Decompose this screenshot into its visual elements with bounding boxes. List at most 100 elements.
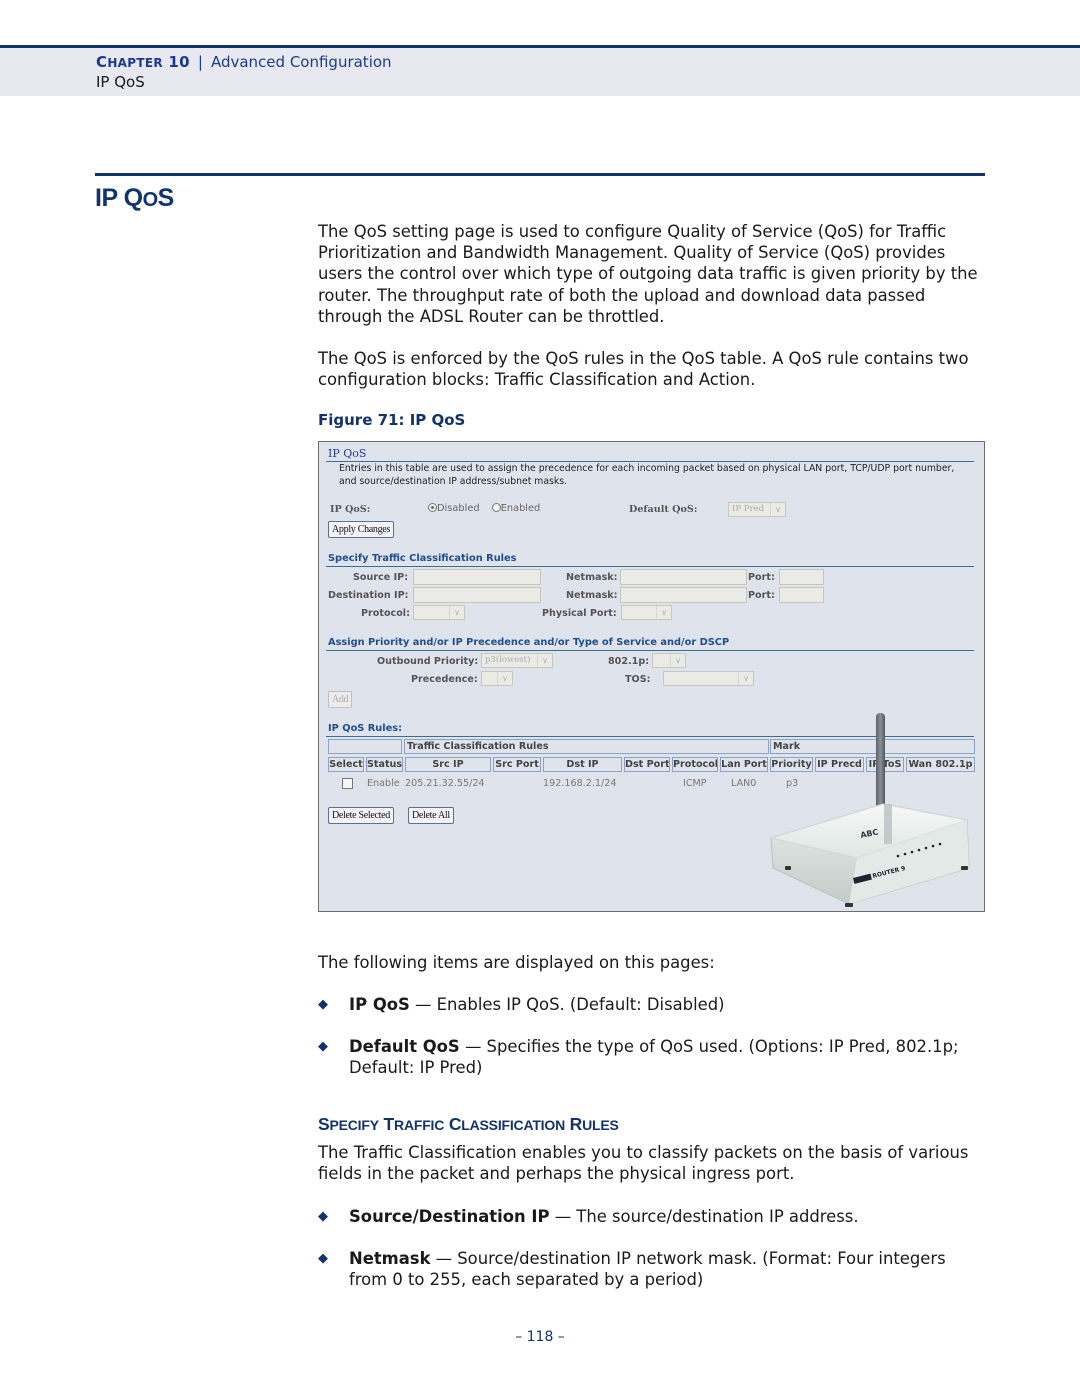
classification-heading: Specify Traffic Classification Rules xyxy=(328,553,517,564)
default-qos-select[interactable]: IP Pred ∨ xyxy=(728,502,786,517)
chapter-prefix: C xyxy=(96,53,108,71)
chapter-number: 10 xyxy=(168,53,190,71)
subtitle-part: PECIFY xyxy=(329,1117,379,1133)
source-netmask-label: Netmask: xyxy=(566,572,618,583)
running-header: CHAPTER 10 | Advanced Configuration xyxy=(96,53,392,71)
following-paragraph: The following items are displayed on thi… xyxy=(318,953,715,972)
source-ip-label: Source IP: xyxy=(353,572,409,583)
column-header: Status xyxy=(366,757,403,772)
bullet-text: — Source/destination IP network mask. (F… xyxy=(349,1249,946,1290)
column-header: Protocol xyxy=(672,757,718,772)
chevron-down-icon: ∨ xyxy=(497,672,512,685)
column-header: Dst IP xyxy=(543,757,622,772)
source-port-input[interactable] xyxy=(779,569,824,585)
radio-disabled[interactable]: Disabled xyxy=(428,503,480,514)
chapter-label: CHAPTER 10 xyxy=(96,53,190,71)
physical-port-label: Physical Port: xyxy=(542,608,617,619)
enforced-paragraph: The QoS is enforced by the QoS rules in … xyxy=(318,349,969,390)
section-title: IP QOS xyxy=(95,184,174,213)
destination-ip-input[interactable] xyxy=(413,587,541,603)
protocol-select[interactable]: ∨ xyxy=(413,605,465,620)
antenna-base xyxy=(884,804,892,844)
radio-disabled-label: Disabled xyxy=(437,503,480,514)
row-status: Enable xyxy=(367,778,400,789)
page-number: – 118 – xyxy=(515,1329,565,1345)
destination-port-input[interactable] xyxy=(779,587,824,603)
ipqos-radio-group: Disabled Enabled xyxy=(428,503,549,514)
outbound-priority-label: Outbound Priority: xyxy=(377,656,479,667)
figure-title: IP QoS xyxy=(328,447,367,460)
delete-selected-button[interactable]: Delete Selected xyxy=(328,807,394,824)
section-rule xyxy=(95,173,985,176)
header-section: IP QoS xyxy=(96,73,145,91)
figure-title-rule xyxy=(326,461,974,462)
chevron-down-icon: ∨ xyxy=(738,672,753,685)
antenna-icon xyxy=(876,713,885,813)
column-header: Src Port xyxy=(493,757,541,772)
rules-heading: IP QoS Rules: xyxy=(328,723,403,734)
chevron-down-icon: ∨ xyxy=(656,606,671,619)
default-qos-value: IP Pred xyxy=(732,504,765,514)
outbound-priority-value: p3(lowest) xyxy=(485,655,531,665)
priority-rule xyxy=(326,650,974,651)
chevron-down-icon: ∨ xyxy=(449,606,464,619)
destination-netmask-input[interactable] xyxy=(620,587,747,603)
subtitle-part: C xyxy=(448,1114,462,1134)
bullet-term: Default QoS xyxy=(349,1037,460,1056)
dot1p-label: 802.1p: xyxy=(608,656,650,667)
protocol-label: Protocol: xyxy=(361,608,410,619)
figure-description: Entries in this table are used to assign… xyxy=(339,463,955,487)
bullet-text: — Enables IP QoS. (Default: Disabled) xyxy=(409,995,725,1014)
bullet-text: — The source/destination IP address. xyxy=(549,1207,859,1226)
delete-all-button[interactable]: Delete All xyxy=(408,807,454,824)
subtitle-part: T xyxy=(383,1114,395,1134)
apply-changes-button[interactable]: Apply Changes xyxy=(328,521,395,538)
add-button[interactable]: Add xyxy=(328,691,353,708)
header-separator: | xyxy=(197,53,203,71)
source-ip-input[interactable] xyxy=(413,569,541,585)
subtitle-part: R xyxy=(569,1114,583,1134)
radio-button-selected-icon[interactable] xyxy=(428,503,437,512)
subsection-title: SPECIFY TRAFFIC CLASSIFICATION RULES xyxy=(318,1114,619,1135)
physical-port-select[interactable]: ∨ xyxy=(621,605,672,620)
dot1p-select[interactable]: ∨ xyxy=(652,653,686,668)
chevron-down-icon: ∨ xyxy=(770,503,785,516)
classification-rule xyxy=(326,566,974,567)
row-dst-ip: 192.168.2.1/24 xyxy=(543,778,617,789)
ipqos-label: IP QoS: xyxy=(330,504,371,515)
radio-enabled[interactable]: Enabled xyxy=(491,503,541,514)
default-qos-label: Default QoS: xyxy=(629,504,698,515)
section-title-part: S xyxy=(157,184,175,212)
outbound-priority-select[interactable]: p3(lowest) ∨ xyxy=(481,653,553,668)
subtitle-part: ULES xyxy=(582,1117,619,1133)
column-header: Lan Port xyxy=(720,757,768,772)
group-header-empty xyxy=(328,739,402,754)
destination-port-label: Port: xyxy=(748,590,775,601)
radio-enabled-label: Enabled xyxy=(500,503,541,514)
bullet-term: Netmask xyxy=(349,1249,431,1268)
tos-label: TOS: xyxy=(625,674,651,685)
source-port-label: Port: xyxy=(748,572,775,583)
ip-qos-figure: IP QoS Entries in this table are used to… xyxy=(318,441,985,912)
column-header: Dst Port xyxy=(624,757,670,772)
source-netmask-input[interactable] xyxy=(620,569,747,585)
router-image: ABC ROUTER 9 xyxy=(769,713,970,907)
row-select-checkbox[interactable] xyxy=(342,778,353,789)
tos-select[interactable]: ∨ xyxy=(663,671,754,686)
diamond-bullet-icon: ◆ xyxy=(318,1209,328,1224)
row-src-ip: 205.21.32.55/24 xyxy=(405,778,485,789)
subtitle-part: S xyxy=(318,1114,330,1134)
diamond-bullet-icon: ◆ xyxy=(318,1251,328,1266)
bullet-term: IP QoS xyxy=(349,995,410,1014)
chevron-down-icon: ∨ xyxy=(537,654,552,667)
chapter-rest: HAPTER xyxy=(107,56,163,70)
figure-caption: Figure 71: IP QoS xyxy=(318,411,466,429)
precedence-select[interactable]: ∨ xyxy=(481,671,513,686)
section-title-part: IP Q xyxy=(95,184,143,212)
chapter-title: Advanced Configuration xyxy=(210,53,392,71)
subtitle-part: RAFFIC xyxy=(394,1117,445,1133)
radio-button-icon[interactable] xyxy=(491,503,501,512)
section-title-part: O xyxy=(142,189,159,211)
precedence-label: Precedence: xyxy=(411,674,478,685)
subtitle-part: LASSIFICATION xyxy=(461,1117,565,1133)
